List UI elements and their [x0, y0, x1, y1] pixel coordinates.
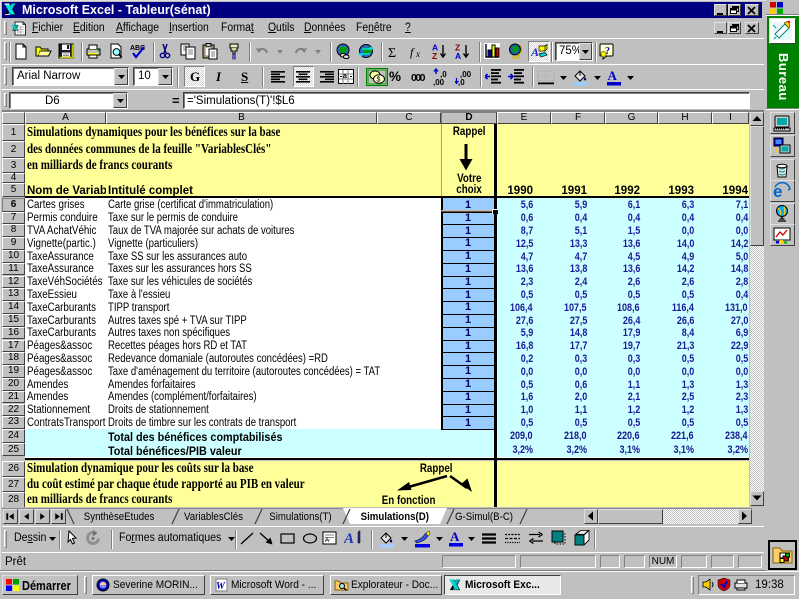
- svg-text:f: f: [410, 45, 415, 59]
- svg-text:A: A: [608, 68, 618, 83]
- svg-text:$: $: [377, 77, 381, 84]
- svg-text:A: A: [531, 45, 539, 59]
- svg-text:,0: ,0: [458, 78, 465, 86]
- svg-text:a: a: [343, 73, 347, 80]
- svg-text:A: A: [450, 529, 460, 544]
- svg-text:W: W: [216, 581, 226, 592]
- svg-text:Σ: Σ: [388, 46, 396, 60]
- svg-text:A: A: [325, 538, 329, 544]
- svg-text:,00: ,00: [433, 78, 445, 86]
- svg-text:A: A: [455, 51, 461, 60]
- svg-text:x: x: [415, 49, 420, 59]
- svg-text:e: e: [773, 182, 782, 201]
- svg-text:Z: Z: [432, 51, 437, 60]
- svg-text:A: A: [344, 531, 354, 547]
